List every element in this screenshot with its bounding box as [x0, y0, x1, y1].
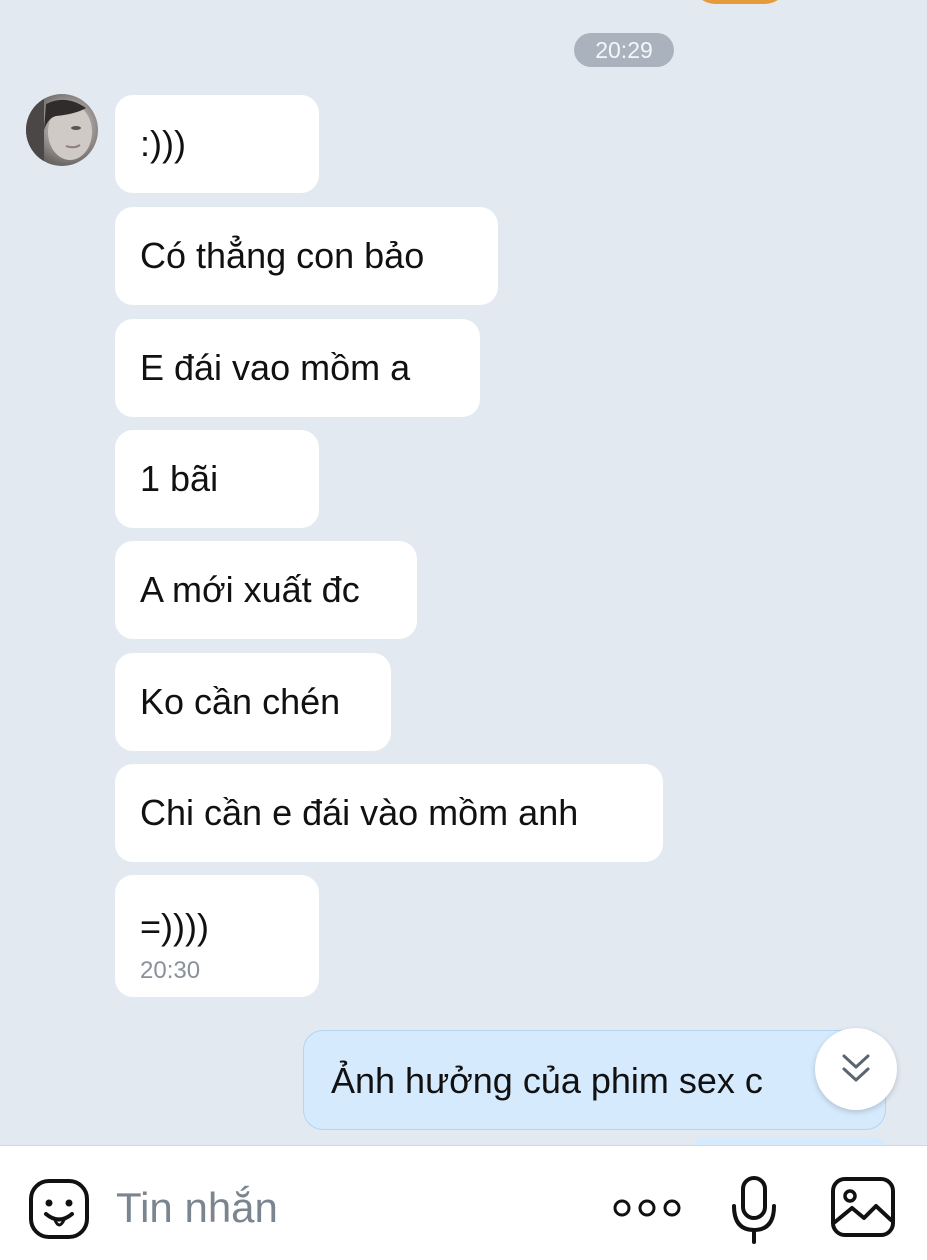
outgoing-message-bubble[interactable]: Ảnh hưởng của phim sex c: [303, 1030, 886, 1130]
message-text: A mới xuất đc: [140, 569, 360, 610]
message-text: Ko cần chén: [140, 681, 341, 722]
sticker-edge: [690, 0, 790, 4]
message-text: Ảnh hưởng của phim sex c: [331, 1060, 763, 1101]
scroll-down-icon: [842, 1054, 870, 1082]
avatar[interactable]: [26, 94, 98, 166]
message-bubble[interactable]: Chi cần e đái vào mồm anh: [115, 764, 663, 862]
message-text: Có thẳng con bảo: [140, 235, 425, 276]
avatar-image: [26, 94, 92, 166]
emoji-icon[interactable]: [28, 1178, 90, 1240]
message-bubble[interactable]: Có thẳng con bảo: [115, 207, 498, 305]
message-bubble[interactable]: Ko cần chén: [115, 653, 391, 751]
message-text: 1 bãi: [140, 458, 219, 499]
message-bubble[interactable]: :))): [115, 95, 319, 193]
more-options-icon[interactable]: [612, 1198, 682, 1218]
message-input[interactable]: Tin nhắn: [116, 1180, 278, 1236]
message-text: E đái vao mồm a: [140, 347, 411, 388]
message-composer: Tin nhắn: [0, 1145, 927, 1260]
message-bubble[interactable]: E đái vao mồm a: [115, 319, 480, 417]
image-icon[interactable]: [830, 1176, 896, 1238]
scroll-down-button[interactable]: [815, 1028, 897, 1110]
message-bubble[interactable]: =)))) 20:30: [115, 875, 319, 997]
message-text: :))): [140, 123, 186, 164]
chat-area[interactable]: 20:29 :))) Có thẳng con bảo E đái vao mồ…: [0, 0, 927, 1145]
next-message-peek: [690, 1137, 890, 1145]
message-bubble[interactable]: 1 bãi: [115, 430, 319, 528]
message-bubble[interactable]: A mới xuất đc: [115, 541, 417, 639]
microphone-icon[interactable]: [730, 1174, 778, 1246]
time-divider: 20:29: [574, 33, 674, 67]
message-timestamp: 20:30: [140, 957, 201, 984]
message-text: Chi cần e đái vào mồm anh: [140, 792, 579, 833]
